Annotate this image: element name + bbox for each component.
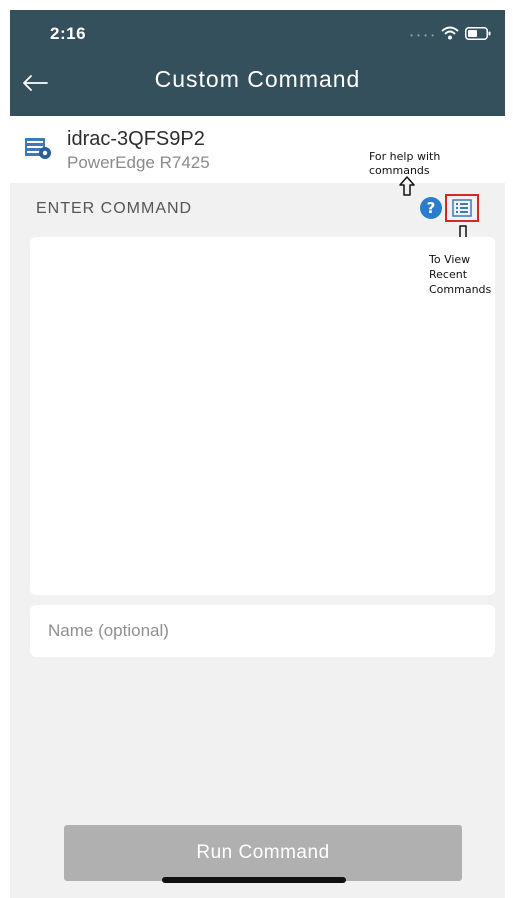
help-annotation-line1: For help with — [369, 150, 441, 163]
run-command-button[interactable]: Run Command — [64, 825, 462, 881]
name-field[interactable] — [30, 605, 495, 657]
command-input[interactable] — [30, 237, 495, 595]
recent-list-icon — [452, 199, 472, 217]
page-title: Custom Command — [154, 66, 361, 92]
recent-annotation-line2: Recent — [429, 268, 468, 281]
server-settings-icon — [24, 136, 52, 165]
app-header: 2:16 • • • • Custom Command — [10, 10, 505, 116]
arrow-up-icon — [398, 176, 416, 201]
status-time: 2:16 — [50, 24, 87, 43]
home-indicator — [162, 877, 346, 883]
signal-icon: • • • • — [410, 31, 435, 40]
device-model: PowerEdge R7425 — [67, 153, 210, 172]
status-icons: • • • • — [410, 26, 491, 45]
wifi-icon — [441, 26, 459, 45]
recent-annotation-line1: To View — [429, 253, 471, 266]
recent-commands-button[interactable] — [445, 194, 479, 222]
device-name: idrac-3QFS9P2 — [67, 128, 205, 150]
enter-command-label: ENTER COMMAND — [36, 200, 193, 217]
battery-icon — [465, 26, 491, 45]
help-icon[interactable]: ? — [420, 197, 442, 219]
app-screen: 2:16 • • • • Custom Command idrac-3QFS9P… — [10, 10, 505, 898]
recent-annotation-line3: Commands — [429, 283, 492, 296]
